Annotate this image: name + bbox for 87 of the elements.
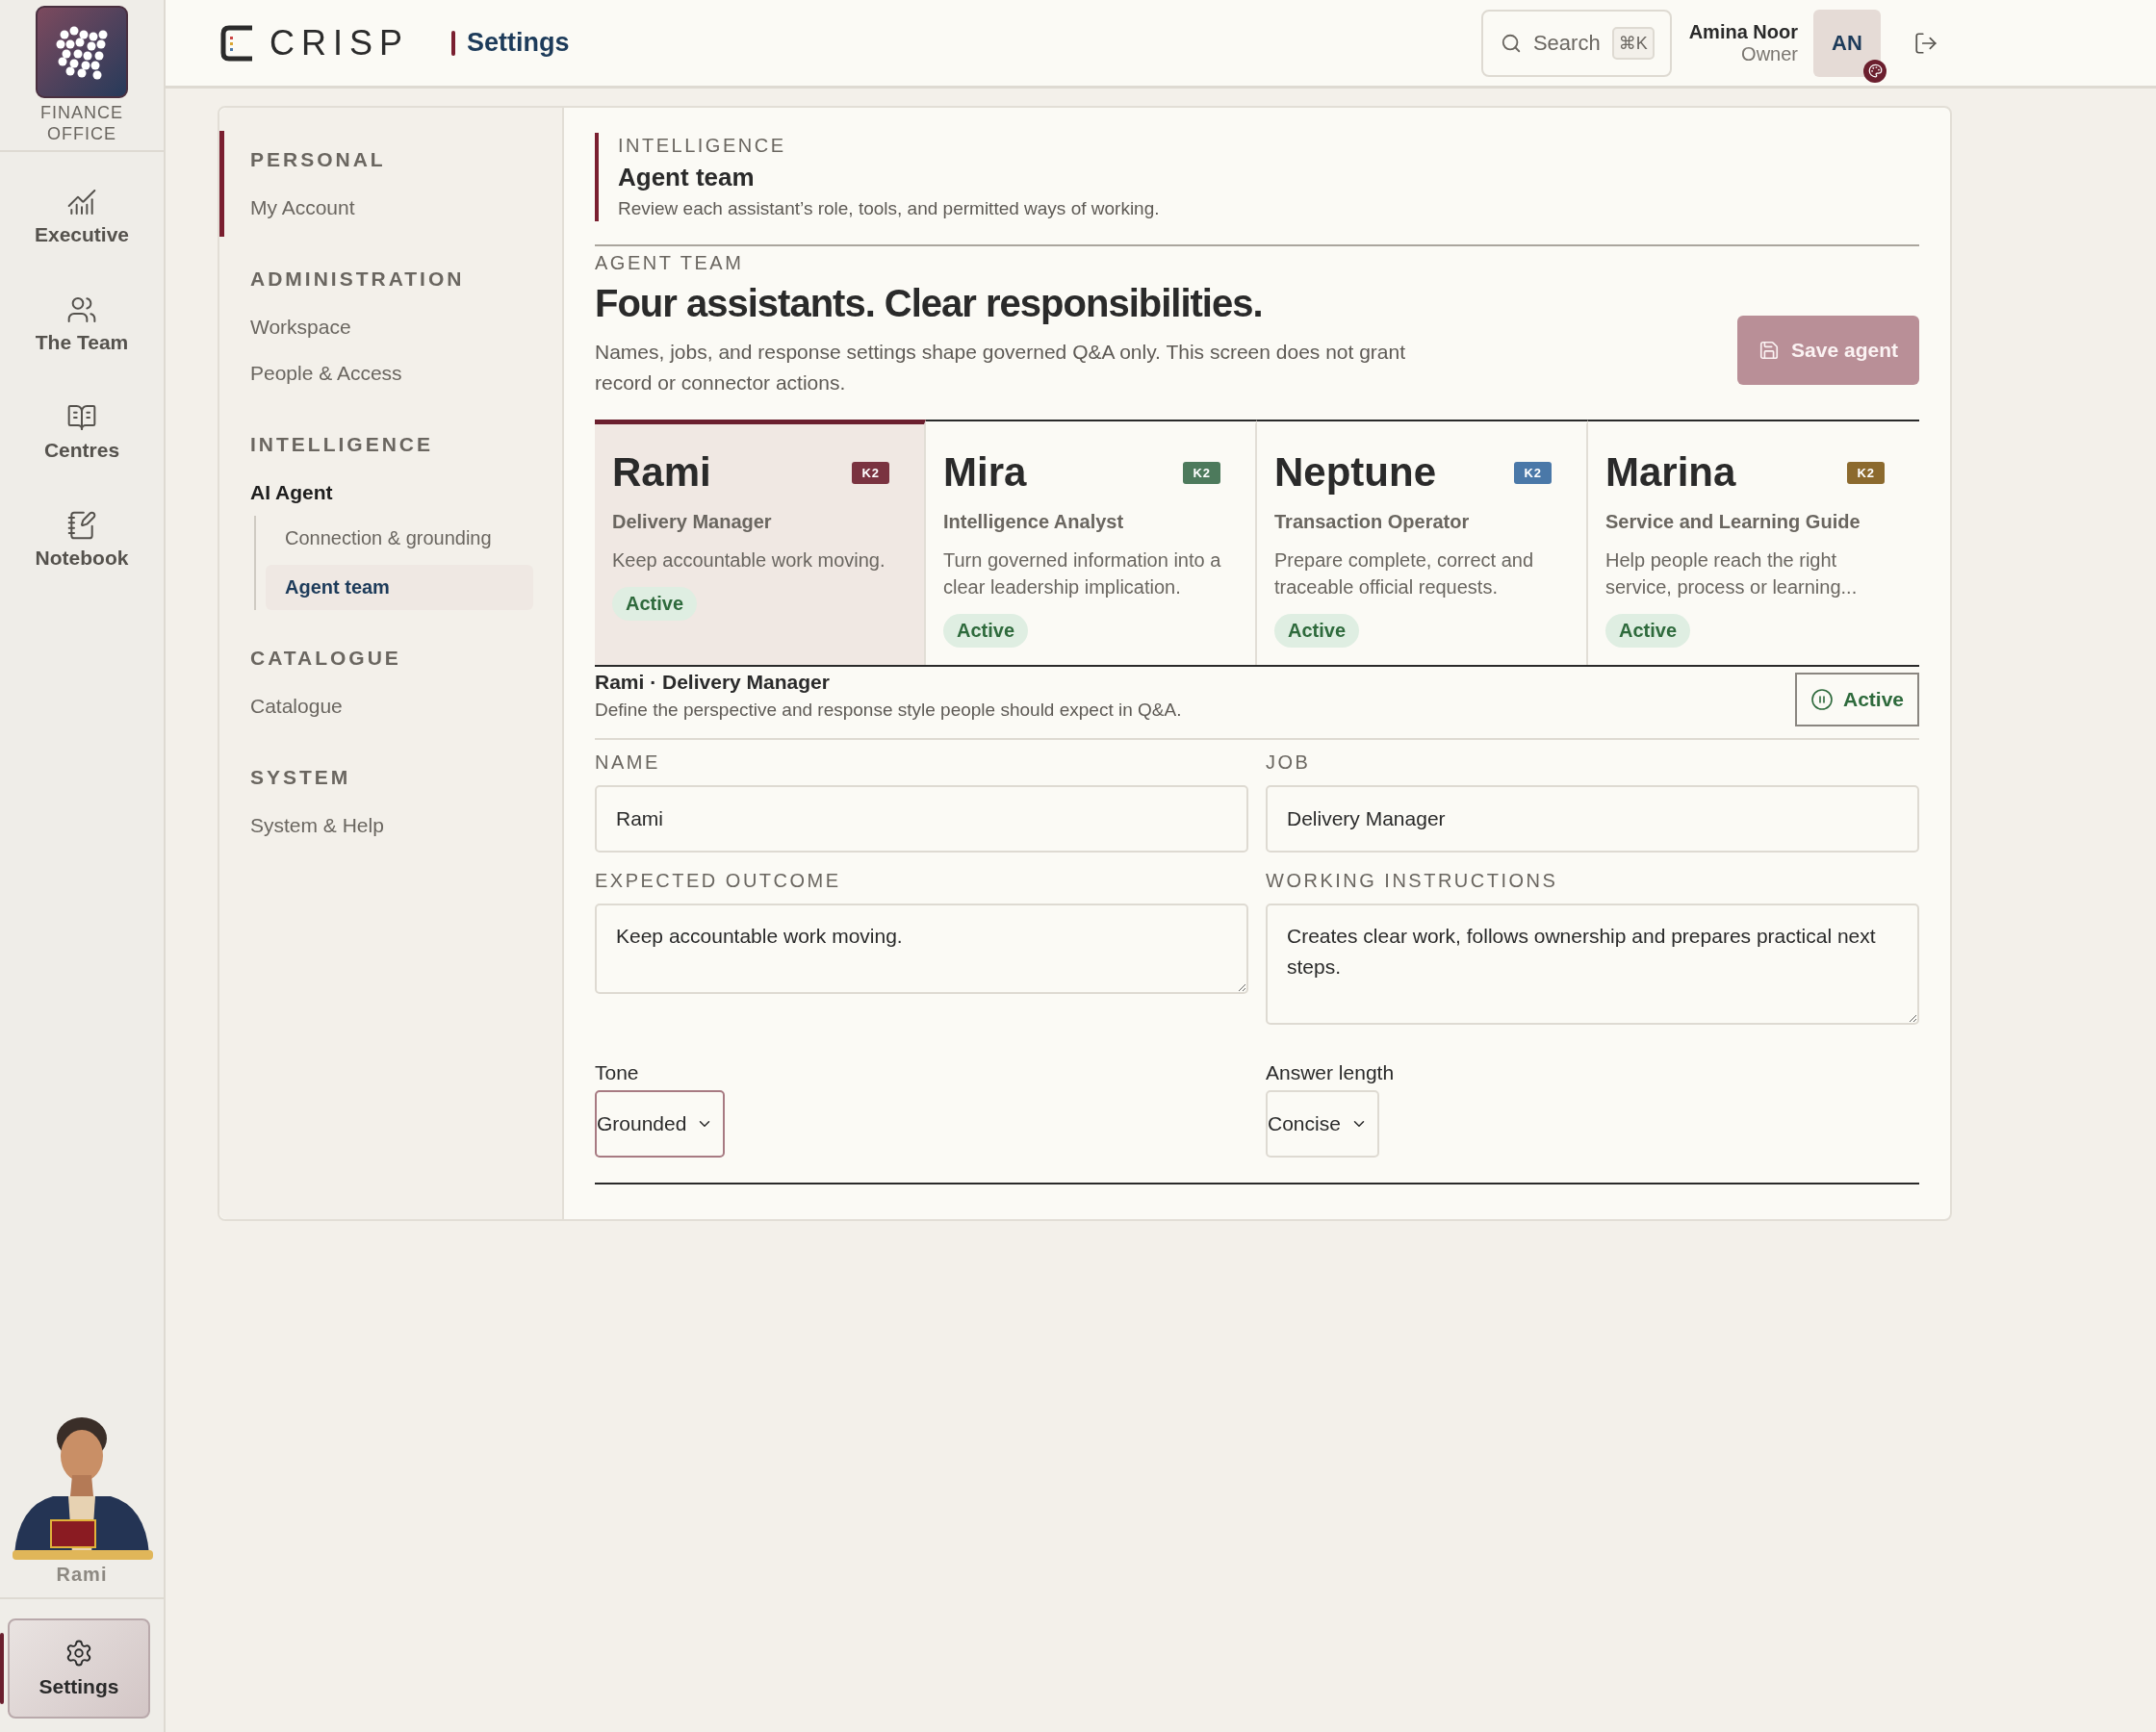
agent-name: Rami: [612, 449, 711, 496]
status-button[interactable]: Active: [1794, 673, 1919, 726]
agent-name: Marina: [1605, 449, 1736, 496]
status-badge: Active: [1605, 614, 1691, 648]
agent-card[interactable]: Marina K2 Service and Learning Guide Help people reach the right service, process or learning... Active: [1588, 420, 1919, 665]
rail-item[interactable]: Notebook: [0, 497, 164, 583]
headline: Four assistants. Clear responsibilities.: [595, 282, 1264, 325]
pause-icon: [1810, 688, 1834, 711]
agent-job: Transaction Operator: [1274, 511, 1471, 533]
agent-job: Delivery Manager: [612, 511, 773, 533]
logo-icon: [219, 23, 254, 63]
input-field[interactable]: Delivery Manager: [1266, 785, 1919, 853]
agent-outcome: Help people reach the right service, process or learning...: [1605, 548, 1859, 599]
agent-card[interactable]: Rami K2 Delivery Manager Keep accountable work moving. Active: [595, 420, 926, 665]
status-badge: Active: [612, 587, 698, 621]
search-icon: [1500, 32, 1522, 54]
dropdown[interactable]: Concise: [1266, 1090, 1379, 1158]
field-label: JOB: [1266, 751, 1312, 774]
logo-icon: [36, 6, 128, 98]
nav-item[interactable]: AI Agent: [250, 470, 562, 516]
agent-outcome: Prepare complete, correct and traceable official requests.: [1274, 548, 1535, 599]
field-label: Tone: [595, 1061, 640, 1084]
nav-item[interactable]: Workspace: [250, 304, 562, 350]
rail-item-label: Centres: [43, 439, 120, 462]
input-field[interactable]: Rami: [595, 785, 1248, 853]
user-role: Owner: [1741, 42, 1798, 65]
section-eyebrow: INTELLIGENCE: [618, 135, 787, 157]
rail-item[interactable]: Centres: [0, 389, 164, 475]
brand-name: CRISP: [270, 22, 410, 64]
search-field[interactable]: Search ⌘K: [1480, 9, 1672, 77]
agent-badge: K2: [852, 461, 889, 484]
agent-outcome: Keep accountable work moving.: [612, 548, 886, 573]
status-badge: Active: [943, 614, 1029, 648]
nav-item[interactable]: Catalogue: [250, 683, 562, 729]
people-icon: [66, 294, 97, 325]
nav-heading: CATALOGUE: [250, 646, 402, 671]
dropdown[interactable]: Grounded: [595, 1090, 726, 1158]
rail-item-label: Notebook: [35, 547, 129, 570]
text-area[interactable]: Creates clear work, follows ownership and prepares practical next steps.: [1266, 904, 1919, 1025]
palette-icon[interactable]: [1863, 59, 1886, 83]
field-label: NAME: [595, 751, 661, 774]
page-title: Settings: [467, 28, 570, 58]
notebook-icon: [66, 510, 97, 541]
agent-name: Neptune: [1274, 449, 1436, 496]
organization-name: FINANCE OFFICE: [39, 102, 124, 144]
nav-heading: ADMINISTRATION: [250, 267, 466, 292]
nav-item[interactable]: My Account: [250, 185, 562, 231]
agent-badge: K2: [1183, 461, 1220, 484]
rail-item-label: The Team: [35, 331, 129, 354]
settings-icon: [64, 1639, 93, 1668]
rail-item-label: Executive: [34, 223, 130, 246]
save-icon: [1758, 340, 1781, 361]
nav-subitem[interactable]: Agent team: [266, 565, 533, 610]
nav-item[interactable]: System & Help: [250, 802, 562, 849]
chart-icon: [66, 187, 97, 217]
rail-item[interactable]: The Team: [0, 281, 164, 368]
agent-name: Mira: [943, 449, 1027, 496]
assistant-name: Rami: [56, 1564, 108, 1586]
editor-title: Rami · Delivery Manager: [595, 671, 831, 694]
agent-card[interactable]: Mira K2 Intelligence Analyst Turn governed information into a clear leadership implication. Active: [926, 420, 1257, 665]
user-name: Amina Noor: [1688, 20, 1798, 43]
agent-job: Service and Learning Guide: [1605, 511, 1861, 533]
book-icon: [66, 402, 97, 433]
field-label: EXPECTED OUTCOME: [595, 870, 842, 892]
section-title: Agent team: [618, 163, 756, 192]
field-label: WORKING INSTRUCTIONS: [1266, 870, 1559, 892]
user-avatar[interactable]: AN: [1813, 9, 1881, 77]
nav-heading: PERSONAL: [250, 147, 387, 172]
rail-item[interactable]: Executive: [0, 173, 164, 260]
agent-badge: K2: [1847, 461, 1885, 484]
field-label: Answer length: [1266, 1061, 1396, 1084]
agent-job: Intelligence Analyst: [943, 511, 1125, 533]
headline-description: Names, jobs, and response settings shape governed Q&A only. This screen does not grant record or connector actions.: [595, 340, 1407, 395]
nav-item[interactable]: People & Access: [250, 350, 562, 396]
shortcut-key: ⌘K: [1611, 26, 1655, 60]
agent-outcome: Turn governed information into a clear leadership implication.: [943, 548, 1222, 599]
status-badge: Active: [1274, 614, 1360, 648]
nav-subitem[interactable]: Connection & grounding: [266, 516, 533, 561]
agent-card[interactable]: Neptune K2 Transaction Operator Prepare complete, correct and traceable official requests. Active: [1257, 420, 1588, 665]
nav-heading: SYSTEM: [250, 765, 352, 790]
text-area[interactable]: Keep accountable work moving.: [595, 904, 1248, 994]
agent-badge: K2: [1514, 461, 1552, 484]
nav-heading: INTELLIGENCE: [250, 432, 434, 457]
section-description: Review each assistant’s role, tools, and permitted ways of working.: [618, 198, 1161, 219]
settings-button[interactable]: Settings: [8, 1618, 150, 1719]
editor-description: Define the perspective and response style people should expect in Q&A.: [595, 700, 1182, 721]
section-eyebrow: AGENT TEAM: [595, 252, 745, 274]
